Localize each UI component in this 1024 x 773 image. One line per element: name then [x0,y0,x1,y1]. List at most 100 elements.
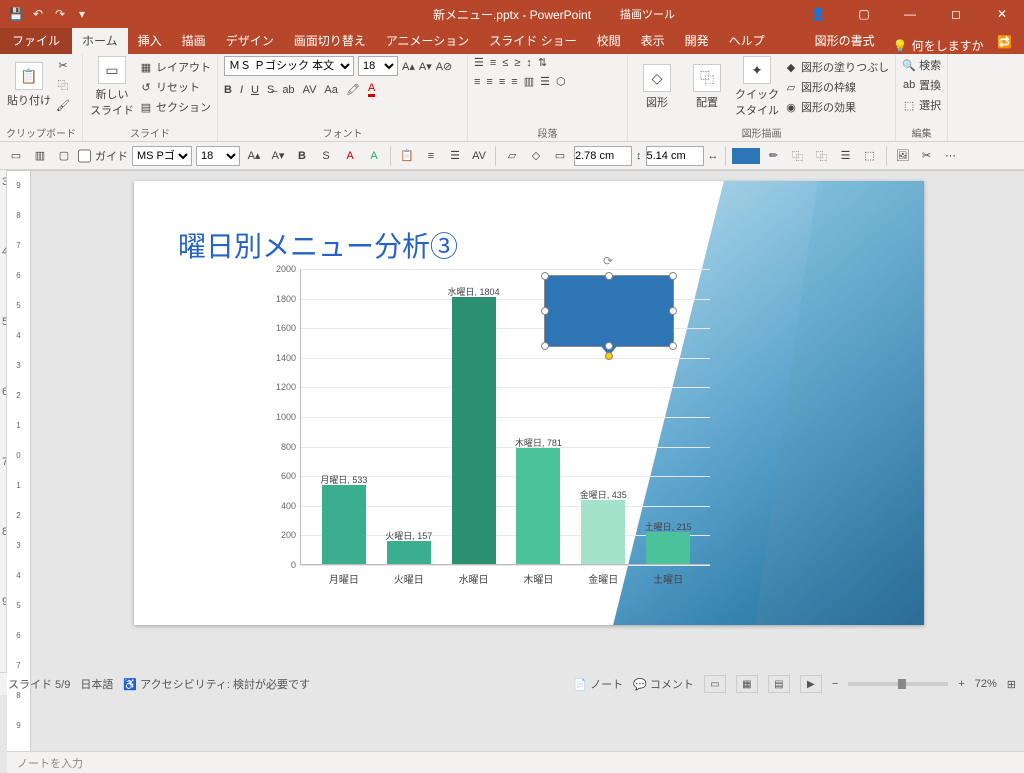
notes-pane[interactable]: ノートを入力 [7,751,1024,773]
grow-font-button[interactable]: A▴ [402,60,415,73]
new-slide-button[interactable]: ▭新しい スライド [89,56,135,118]
close-button[interactable]: ✕ [980,0,1024,28]
arrange-icon[interactable]: ⿻ [788,146,808,166]
spacing-icon[interactable]: AV [469,146,489,166]
align-icon[interactable]: ☰ [836,146,856,166]
smartart-button[interactable]: ⬡ [556,75,566,88]
callout-shape-selected[interactable]: ⟳ [544,275,674,347]
arrange-button[interactable]: ⿻配置 [684,64,730,110]
line-spacing-button[interactable]: ↕ [526,57,532,69]
tab-design[interactable]: デザイン [216,27,284,54]
shape-height-input[interactable] [574,146,632,166]
bold-button[interactable]: B [224,84,232,96]
tab-review[interactable]: 校閲 [587,27,631,54]
align-center-button[interactable]: ≡ [486,76,492,88]
cut-button[interactable]: ✂ [56,56,70,74]
group-icon[interactable]: ⬚ [860,146,880,166]
indent-inc-button[interactable]: ≥ [514,57,520,69]
redo-icon[interactable]: ↷ [52,6,68,22]
chart-bar[interactable] [387,541,431,564]
guide-checkbox[interactable] [78,146,91,166]
layout-button[interactable]: ▦レイアウト [139,58,211,76]
align-icon[interactable]: ≡ [421,146,441,166]
chart-bar[interactable] [516,448,560,564]
arrange-icon[interactable]: ⿻ [812,146,832,166]
chart-bar[interactable] [581,500,625,564]
share-button[interactable]: 🔁 [985,30,1024,54]
qat2-size-select[interactable]: 18 [196,146,240,166]
slide-title[interactable]: 曜日別メニュー分析③ [178,225,458,265]
resize-handle[interactable] [669,272,677,280]
reading-view-button[interactable]: ▤ [768,675,790,693]
save-icon[interactable]: 💾 [8,6,24,22]
maximize-button[interactable]: ◻ [934,0,978,28]
section-button[interactable]: ▤セクション [139,98,211,116]
resize-handle[interactable] [541,272,549,280]
qat2-font-select[interactable]: MS Pゴ [132,146,192,166]
slide-counter[interactable]: スライド 5/9 [8,676,70,692]
qat2-btn[interactable]: ▢ [54,146,74,166]
fit-button[interactable]: ⊞ [1007,678,1016,691]
resize-handle[interactable] [541,342,549,350]
shape-fill-button[interactable]: ◆図形の塗りつぶし [784,58,889,76]
slideshow-view-button[interactable]: ▶ [800,675,822,693]
reset-button[interactable]: ↺リセット [139,78,211,96]
resize-handle[interactable] [605,272,613,280]
justify-button[interactable]: ≡ [511,76,517,88]
misc-icon[interactable]: 🖼 [893,146,913,166]
shape-width-input[interactable] [646,146,704,166]
resize-handle[interactable] [605,342,613,350]
qat-more-icon[interactable]: ▾ [74,6,90,22]
slide-canvas-wrap[interactable]: 曜日別メニュー分析③ 02004006008001000120014001600… [31,171,1024,751]
zoom-in-button[interactable]: + [958,678,964,690]
qat2-btn[interactable]: ▥ [30,146,50,166]
tab-view[interactable]: 表示 [631,27,675,54]
adjust-handle[interactable] [605,352,613,360]
misc-icon[interactable]: ⋯ [941,146,961,166]
font-name-select[interactable]: ＭＳ Ｐゴシック 本文 [224,56,354,76]
resize-handle[interactable] [669,342,677,350]
tab-shape-format[interactable]: 図形の書式 [805,27,885,54]
align-text-button[interactable]: ☰ [540,75,550,88]
zoom-slider[interactable] [848,682,948,686]
language-indicator[interactable]: 日本語 [80,676,113,692]
numbering-button[interactable]: ≡ [490,57,496,69]
comments-toggle[interactable]: 💬 コメント [633,676,694,692]
bold-icon[interactable]: B [292,146,312,166]
notes-toggle[interactable]: 📄 ノート [573,676,623,692]
tab-slideshow[interactable]: スライド ショー [479,27,586,54]
tab-developer[interactable]: 開発 [675,27,719,54]
italic-button[interactable]: I [240,84,243,96]
select-button[interactable]: ⬚選択 [902,96,941,114]
copy-button[interactable]: ⿻ [56,76,70,94]
sorter-view-button[interactable]: ▦ [736,675,758,693]
grow-font-icon[interactable]: A▴ [244,146,264,166]
qat2-btn[interactable]: ▭ [6,146,26,166]
slide-thumbnail-panel[interactable]: 3456789 [0,170,7,672]
char-spacing-button[interactable]: AV [303,84,317,96]
paste-icon[interactable]: 📋 [397,146,417,166]
chart-bar[interactable] [322,485,366,564]
font-size-select[interactable]: 18 [358,56,398,76]
shadow-button[interactable]: ab [282,84,294,96]
outline-color-icon[interactable]: ✏ [764,146,784,166]
accessibility-status[interactable]: ♿ アクセシビリティ: 検討が必要です [123,676,310,692]
zoom-level[interactable]: 72% [975,678,997,690]
quick-styles-button[interactable]: ✦クイック スタイル [734,56,780,118]
rotation-handle-icon[interactable]: ⟳ [603,254,615,266]
shape-icon[interactable]: ▭ [550,146,570,166]
clear-format-button[interactable]: A⊘ [436,60,453,73]
account-icon[interactable]: 👤 [796,0,840,28]
format-painter-button[interactable]: 🖌 [56,96,70,114]
shape-icon[interactable]: ▱ [502,146,522,166]
slide-canvas[interactable]: 曜日別メニュー分析③ 02004006008001000120014001600… [134,181,924,625]
chart-bar[interactable] [646,532,690,564]
align-right-button[interactable]: ≡ [499,76,505,88]
ribbon-display-icon[interactable]: ▢ [842,0,886,28]
chart-bar[interactable] [452,297,496,564]
resize-handle[interactable] [541,307,549,315]
misc-icon[interactable]: ✂ [917,146,937,166]
highlight-button[interactable]: 🖍 [346,83,360,96]
shape-outline-button[interactable]: ▱図形の枠線 [784,78,889,96]
columns-button[interactable]: ▥ [524,75,534,88]
